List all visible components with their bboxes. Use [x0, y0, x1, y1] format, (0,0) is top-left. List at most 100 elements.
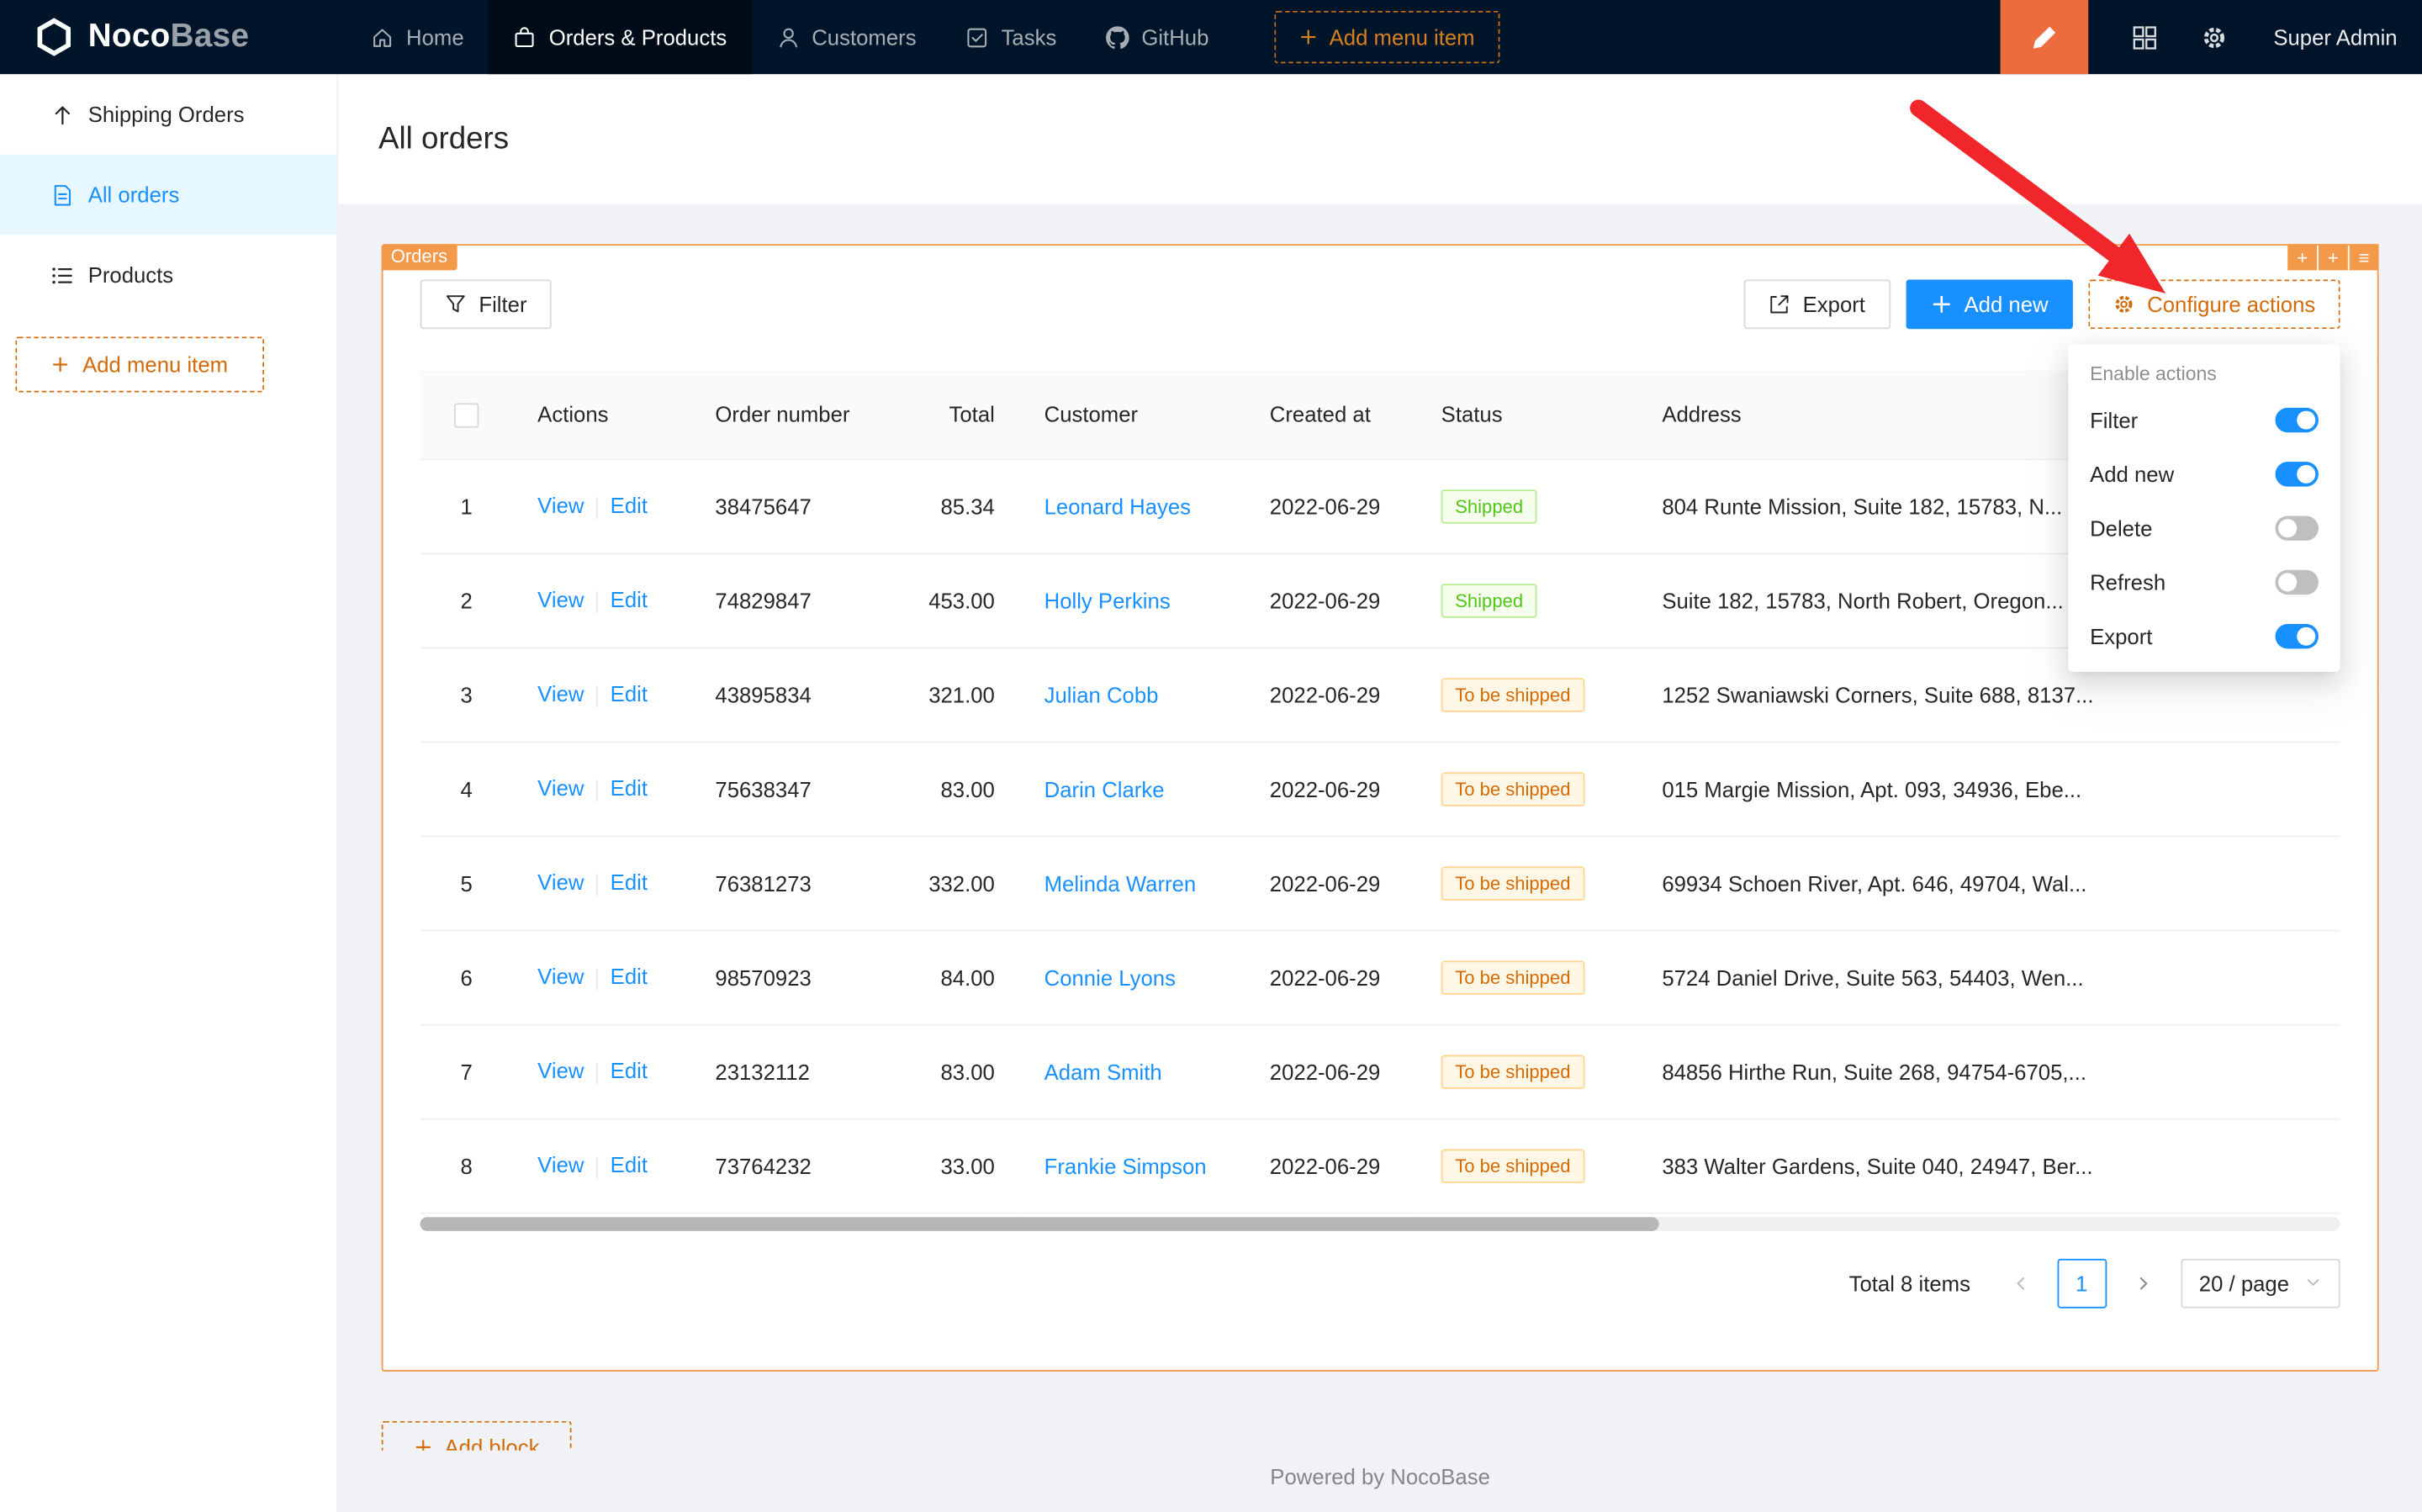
customer-cell: Connie Lyons — [1019, 930, 1245, 1024]
divider — [596, 1062, 598, 1084]
view-link[interactable]: View — [537, 494, 584, 518]
customer-link[interactable]: Melinda Warren — [1044, 870, 1197, 895]
dropdown-item[interactable]: Export — [2068, 609, 2340, 663]
customer-cell: Melinda Warren — [1019, 836, 1245, 930]
pagination-next-button[interactable] — [2118, 1258, 2168, 1308]
top-menu-item[interactable]: Tasks — [941, 0, 1081, 74]
customer-cell: Darin Clarke — [1019, 742, 1245, 836]
created-at-cell: 2022-06-29 — [1245, 553, 1416, 648]
edit-link[interactable]: Edit — [611, 776, 648, 801]
view-link[interactable]: View — [537, 1153, 584, 1177]
table-row: 1 ViewEdit 38475647 85.34 Leonard Hayes … — [420, 459, 2340, 553]
customer-link[interactable]: Frankie Simpson — [1044, 1153, 1207, 1177]
toggle-switch[interactable] — [2276, 461, 2319, 485]
edit-link[interactable]: Edit — [611, 682, 648, 706]
view-link[interactable]: View — [537, 965, 584, 989]
view-link[interactable]: View — [537, 870, 584, 895]
add-menu-item-button-top[interactable]: Add menu item — [1274, 11, 1499, 63]
toggle-switch[interactable] — [2276, 407, 2319, 431]
table-toolbar: Filter Export Add new Conf — [420, 279, 2340, 329]
configure-actions-button[interactable]: Configure actions — [2088, 279, 2340, 329]
toolbar-right: Export Add new Configure actions — [1744, 279, 2340, 329]
column-header-status: Status — [1416, 371, 1637, 459]
edit-link[interactable]: Edit — [611, 494, 648, 518]
block-insert-icon[interactable]: + — [2319, 244, 2348, 270]
top-menu-item-label: GitHub — [1141, 24, 1208, 49]
select-all-checkbox[interactable] — [454, 403, 479, 427]
customer-link[interactable]: Connie Lyons — [1044, 965, 1176, 989]
dropdown-item[interactable]: Add new — [2068, 447, 2340, 500]
edit-link[interactable]: Edit — [611, 965, 648, 989]
row-index: 6 — [420, 930, 513, 1024]
user-menu[interactable]: Super Admin — [2273, 24, 2397, 49]
sidebar-item[interactable]: All orders — [0, 155, 336, 235]
add-block-button[interactable]: Add block — [382, 1421, 572, 1451]
plugins-grid-icon[interactable] — [2131, 24, 2157, 50]
dropdown-item[interactable]: Refresh — [2068, 554, 2340, 608]
customer-cell: Julian Cobb — [1019, 648, 1245, 742]
dropdown-item-label: Delete — [2090, 515, 2152, 540]
edit-link[interactable]: Edit — [611, 1153, 648, 1177]
sidebar-item[interactable]: Shipping Orders — [0, 74, 336, 155]
row-index: 4 — [420, 742, 513, 836]
sidebar-item[interactable]: Products — [0, 235, 336, 315]
top-menu-item-label: Orders & Products — [549, 24, 727, 49]
toggle-switch[interactable] — [2276, 515, 2319, 540]
total-cell: 33.00 — [896, 1118, 1019, 1213]
top-menu-item[interactable]: GitHub — [1081, 0, 1234, 74]
view-link[interactable]: View — [537, 588, 584, 612]
customer-link[interactable]: Leonard Hayes — [1044, 494, 1191, 518]
top-menu-item[interactable]: Customers — [752, 0, 941, 74]
top-menu: Home Orders & Products Customers Tasks G… — [346, 0, 1233, 74]
view-link[interactable]: View — [537, 776, 584, 801]
divider — [596, 685, 598, 707]
top-menu-item[interactable]: Home — [346, 0, 489, 74]
column-header-order-number: Order number — [690, 371, 896, 459]
settings-gear-icon[interactable] — [2201, 24, 2227, 50]
add-menu-item-label: Add menu item — [82, 352, 228, 377]
dropdown-item[interactable]: Filter — [2068, 393, 2340, 447]
edit-link[interactable]: Edit — [611, 588, 648, 612]
row-actions-cell: View Edit — [513, 742, 690, 836]
view-link[interactable]: View — [537, 682, 584, 706]
block-menu-icon[interactable]: ≡ — [2350, 244, 2379, 270]
top-menu-item-icon — [371, 25, 394, 49]
plus-icon — [51, 355, 70, 373]
export-button[interactable]: Export — [1744, 279, 1891, 329]
customer-link[interactable]: Darin Clarke — [1044, 776, 1165, 801]
page-size-select[interactable]: 20 / page — [2181, 1258, 2340, 1308]
customer-link[interactable]: Julian Cobb — [1044, 682, 1159, 706]
view-link[interactable]: View — [537, 1059, 584, 1083]
row-actions-cell: View Edit — [513, 459, 690, 553]
add-block-clip: Add block — [382, 1421, 572, 1451]
plus-icon — [1298, 28, 1317, 46]
block-add-icon[interactable]: + — [2287, 244, 2317, 270]
table-row: 6 ViewEdit 98570923 84.00 Connie Lyons 2… — [420, 930, 2340, 1024]
status-badge: To be shipped — [1441, 771, 1584, 805]
customer-cell: Adam Smith — [1019, 1024, 1245, 1118]
pagination-page-1[interactable]: 1 — [2057, 1258, 2107, 1308]
pagination-prev-button[interactable] — [1995, 1258, 2044, 1308]
row-index: 1 — [420, 459, 513, 553]
customer-link[interactable]: Adam Smith — [1044, 1059, 1162, 1083]
row-index: 2 — [420, 553, 513, 648]
toggle-switch[interactable] — [2276, 623, 2319, 648]
add-menu-item-button-sidebar[interactable]: Add menu item — [15, 336, 264, 392]
ui-editor-button[interactable] — [2000, 0, 2088, 74]
top-menu-item[interactable]: Orders & Products — [489, 0, 752, 74]
customer-link[interactable]: Holly Perkins — [1044, 588, 1171, 612]
edit-link[interactable]: Edit — [611, 1059, 648, 1083]
status-badge: To be shipped — [1441, 1055, 1584, 1088]
top-menu-item-label: Customers — [812, 24, 916, 49]
export-label: Export — [1803, 292, 1865, 316]
block-designer-toolbar: + + ≡ — [2287, 244, 2378, 270]
toggle-switch[interactable] — [2276, 569, 2319, 594]
table-row: 2 ViewEdit 74829847 453.00 Holly Perkins… — [420, 553, 2340, 648]
add-new-button[interactable]: Add new — [1906, 279, 2073, 329]
filter-button[interactable]: Filter — [420, 279, 552, 329]
horizontal-scrollbar-thumb[interactable] — [420, 1216, 1659, 1230]
dropdown-item-label: Refresh — [2090, 569, 2166, 594]
dropdown-item[interactable]: Delete — [2068, 500, 2340, 554]
sidebar-item-icon — [51, 183, 75, 207]
edit-link[interactable]: Edit — [611, 870, 648, 895]
